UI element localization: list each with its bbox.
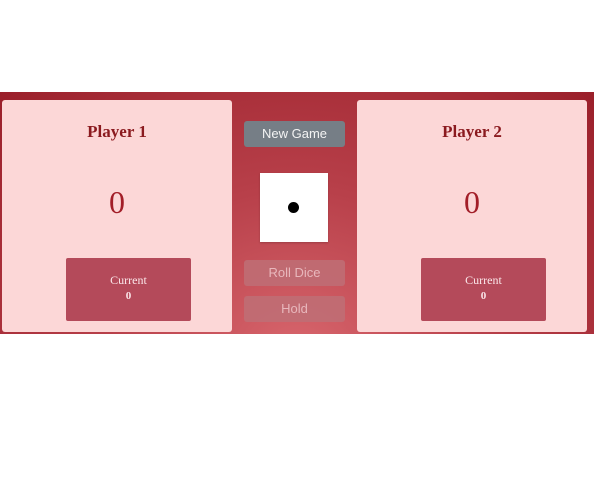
new-game-button[interactable]: New Game (244, 121, 345, 147)
player-2-panel: Player 2 0 Current 0 (357, 100, 587, 332)
player-2-name: Player 2 (442, 122, 502, 141)
player-1-current-score: 0 (125, 290, 132, 302)
player-1-current-box: Current 0 (66, 258, 191, 321)
player-2-score: 0 (464, 184, 480, 220)
player-1-current-label: Current (110, 273, 147, 287)
player-1-panel: Player 1 0 Current 0 (2, 100, 232, 332)
roll-dice-button[interactable]: Roll Dice (244, 260, 345, 286)
player-1-score: 0 (109, 184, 125, 220)
player-2-current-score: 0 (480, 290, 487, 302)
player-2-current-label: Current (465, 273, 502, 287)
game-board: Player 1 0 Current 0 New Game Roll Dice … (0, 92, 594, 334)
dice-image (260, 173, 328, 242)
dice-pip (288, 202, 299, 213)
player-1-name: Player 1 (87, 122, 147, 141)
hold-button[interactable]: Hold (244, 296, 345, 322)
player-2-current-box: Current 0 (421, 258, 546, 321)
